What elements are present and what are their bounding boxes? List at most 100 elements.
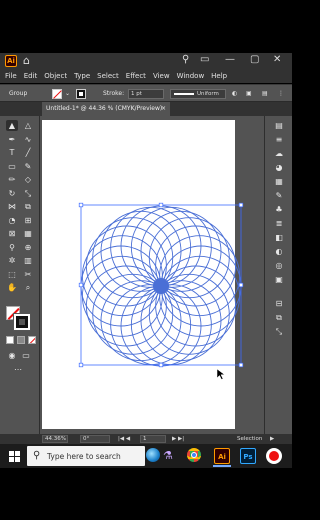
- artboard-number-field[interactable]: 1: [140, 435, 166, 443]
- zoom-tool-icon[interactable]: ⌕: [22, 282, 34, 293]
- style-icon[interactable]: ▣: [246, 90, 252, 97]
- close-tab-icon[interactable]: ×: [161, 102, 166, 116]
- recorder-icon[interactable]: [266, 448, 282, 464]
- home-icon[interactable]: ⌂: [23, 54, 30, 67]
- draw-mode-icon[interactable]: ◉: [6, 350, 18, 361]
- telescope-icon[interactable]: ⚗: [163, 449, 173, 462]
- search-icon[interactable]: ⚲: [182, 54, 189, 65]
- menu-effect[interactable]: Effect: [126, 72, 146, 80]
- width-tool-icon[interactable]: ⋈: [6, 201, 18, 212]
- line-tool-icon[interactable]: ╱: [22, 147, 34, 158]
- close-icon[interactable]: ✕: [273, 54, 281, 65]
- active-app-indicator: [213, 465, 231, 467]
- slice-tool-icon[interactable]: ✂: [22, 269, 34, 280]
- layers-icon[interactable]: ≡: [273, 134, 285, 145]
- resize-handle[interactable]: [78, 362, 84, 368]
- fill-swatch[interactable]: [52, 89, 62, 99]
- brushes-icon[interactable]: ✎: [273, 190, 285, 201]
- resize-handle[interactable]: [238, 282, 244, 288]
- resize-handle[interactable]: [158, 202, 164, 208]
- transform-icon[interactable]: ⤡: [273, 326, 285, 337]
- minimize-icon[interactable]: —: [225, 54, 235, 65]
- swatches-icon[interactable]: ▦: [273, 176, 285, 187]
- color-mode-icon[interactable]: [6, 336, 14, 344]
- eyedropper-tool-icon[interactable]: ⚲: [6, 242, 18, 253]
- menu-file[interactable]: File: [5, 72, 17, 80]
- hand-tool-icon[interactable]: ✋: [6, 282, 18, 293]
- chevron-down-icon[interactable]: ⌄: [65, 90, 70, 97]
- menu-help[interactable]: Help: [211, 72, 227, 80]
- more-options-icon[interactable]: ⋮: [278, 90, 284, 97]
- pen-tool-icon[interactable]: ✒: [6, 134, 18, 145]
- menu-edit[interactable]: Edit: [24, 72, 38, 80]
- canvas-area[interactable]: [40, 116, 264, 434]
- menu-window[interactable]: Window: [177, 72, 205, 80]
- stroke-icon[interactable]: ≣: [273, 218, 285, 229]
- menu-select[interactable]: Select: [97, 72, 119, 80]
- paintbrush-tool-icon[interactable]: ✎: [22, 161, 34, 172]
- stroke-profile-dropdown[interactable]: Uniform: [170, 89, 226, 99]
- maximize-icon[interactable]: ▢: [250, 54, 259, 65]
- rotation-field[interactable]: 0°: [80, 435, 110, 443]
- selection-tool-icon[interactable]: ▲: [6, 120, 18, 131]
- blend-tool-icon[interactable]: ⊕: [22, 242, 34, 253]
- document-tab[interactable]: Untitled-1* @ 44.36 % (CMYK/Preview) ×: [42, 102, 170, 116]
- next-artboard-icon[interactable]: ▶ ▶|: [172, 436, 184, 442]
- symbols-icon[interactable]: ♣: [273, 204, 285, 215]
- stroke-color-box[interactable]: [13, 313, 31, 331]
- menu-view[interactable]: View: [153, 72, 170, 80]
- none-mode-icon[interactable]: [28, 336, 36, 344]
- free-transform-tool-icon[interactable]: ⧉: [22, 201, 34, 212]
- libraries-icon[interactable]: ☁: [273, 148, 285, 159]
- menu-object[interactable]: Object: [44, 72, 67, 80]
- color-icon[interactable]: ◕: [273, 162, 285, 173]
- windows-start-icon[interactable]: [9, 451, 20, 462]
- resize-handle[interactable]: [158, 362, 164, 368]
- eraser-tool-icon[interactable]: ◇: [22, 174, 34, 185]
- appearance-icon[interactable]: ◎: [273, 260, 285, 271]
- shape-builder-tool-icon[interactable]: ◔: [6, 215, 18, 226]
- weather-icon[interactable]: [146, 448, 160, 462]
- resize-handle[interactable]: [78, 282, 84, 288]
- graphic-styles-icon[interactable]: ▣: [273, 274, 285, 285]
- stroke-label: Stroke:: [103, 90, 125, 97]
- gradient-mode-icon[interactable]: [17, 336, 25, 344]
- zoom-field[interactable]: 44.36%: [42, 435, 68, 443]
- perspective-tool-icon[interactable]: ⊞: [22, 215, 34, 226]
- type-tool-icon[interactable]: T: [6, 147, 18, 158]
- screen-mode-icon[interactable]: ▭: [20, 350, 32, 361]
- resize-handle[interactable]: [238, 362, 244, 368]
- align-icon[interactable]: ⊟: [273, 298, 285, 309]
- rotate-tool-icon[interactable]: ↻: [6, 188, 18, 199]
- scale-tool-icon[interactable]: ⤡: [22, 188, 34, 199]
- mesh-tool-icon[interactable]: ⊠: [6, 228, 18, 239]
- menu-type[interactable]: Type: [74, 72, 90, 80]
- edit-toolbar-icon[interactable]: ⋯: [12, 364, 24, 375]
- opacity-icon[interactable]: ◐: [232, 90, 237, 97]
- artboard-tool-icon[interactable]: ⬚: [6, 269, 18, 280]
- pathfinder-icon[interactable]: ⧉: [273, 312, 285, 323]
- spirograph-artwork[interactable]: [80, 205, 242, 367]
- taskbar-search-box[interactable]: ⚲ Type here to search: [27, 446, 145, 466]
- first-artboard-icon[interactable]: |◀ ◀: [118, 436, 130, 442]
- resize-handle[interactable]: [238, 202, 244, 208]
- artwork-layer[interactable]: [40, 116, 264, 434]
- photoshop-taskbar-icon[interactable]: Ps: [240, 448, 256, 464]
- transparency-icon[interactable]: ◐: [273, 246, 285, 257]
- workspace-icon[interactable]: ▭: [200, 54, 209, 65]
- properties-icon[interactable]: ▤: [273, 120, 285, 131]
- curvature-tool-icon[interactable]: ∿: [22, 134, 34, 145]
- gradient-icon[interactable]: ◧: [273, 232, 285, 243]
- direct-selection-tool-icon[interactable]: △: [22, 120, 34, 131]
- stroke-weight-dropdown[interactable]: 1 pt: [128, 89, 164, 99]
- rectangle-tool-icon[interactable]: ▭: [6, 161, 18, 172]
- gradient-tool-icon[interactable]: ▦: [22, 228, 34, 239]
- status-menu-icon[interactable]: ▶: [270, 436, 274, 442]
- stroke-swatch[interactable]: [76, 89, 86, 99]
- graph-tool-icon[interactable]: ▥: [22, 255, 34, 266]
- resize-handle[interactable]: [78, 202, 84, 208]
- pencil-tool-icon[interactable]: ✏: [6, 174, 18, 185]
- symbol-sprayer-tool-icon[interactable]: ✲: [6, 255, 18, 266]
- align-icon[interactable]: ▤: [262, 90, 268, 97]
- illustrator-taskbar-icon[interactable]: Ai: [214, 448, 230, 464]
